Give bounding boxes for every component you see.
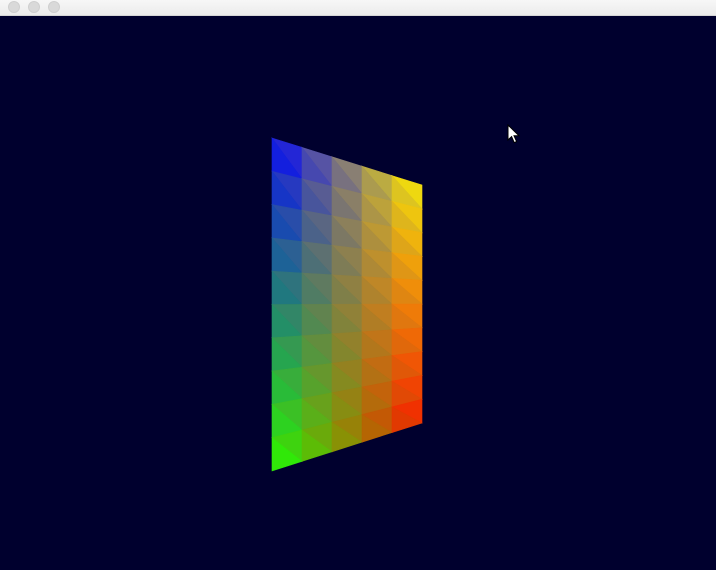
close-window-button[interactable] [8, 1, 20, 13]
app-window [0, 0, 716, 570]
color-gradient-quad [271, 137, 423, 472]
render-canvas[interactable] [0, 16, 716, 570]
zoom-window-button[interactable] [48, 1, 60, 13]
title-bar [0, 0, 716, 16]
arrow-pointer-icon [507, 124, 521, 144]
minimize-window-button[interactable] [28, 1, 40, 13]
